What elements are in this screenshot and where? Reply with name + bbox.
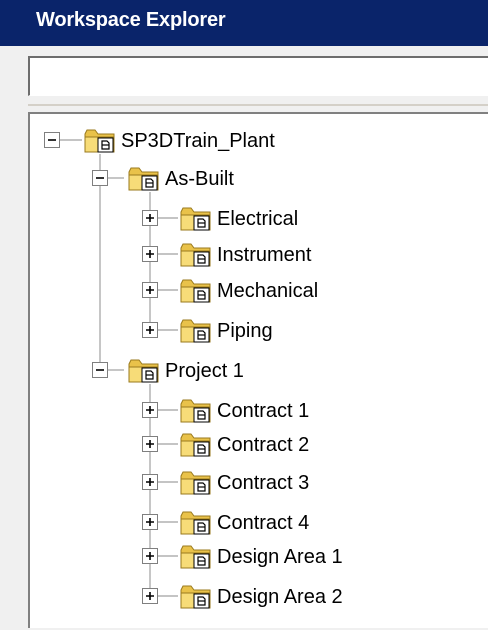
expand-icon[interactable] <box>142 474 158 490</box>
tree-node-mechanical[interactable]: Mechanical <box>180 276 318 306</box>
tree-node-project-1[interactable]: Project 1 <box>128 356 244 386</box>
folder-icon <box>180 583 214 611</box>
folder-icon <box>180 317 214 345</box>
workspace-tree[interactable]: SP3DTrain_Plant As-Built Electrical Inst… <box>28 112 488 628</box>
collapse-icon[interactable] <box>92 170 108 186</box>
folder-icon <box>84 127 118 155</box>
tree-node-root[interactable]: SP3DTrain_Plant <box>84 126 275 156</box>
tree-node-design-area-1[interactable]: Design Area 1 <box>180 542 343 572</box>
expand-icon[interactable] <box>142 282 158 298</box>
folder-icon <box>180 277 214 305</box>
folder-icon <box>180 431 214 459</box>
tree-node-label: Contract 2 <box>217 433 310 456</box>
folder-icon <box>128 357 162 385</box>
expand-icon[interactable] <box>142 322 158 338</box>
expand-icon[interactable] <box>142 246 158 262</box>
tree-node-label: As-Built <box>165 167 234 190</box>
folder-icon <box>180 241 214 269</box>
expand-icon[interactable] <box>142 548 158 564</box>
window-title: Workspace Explorer <box>36 9 226 31</box>
tree-node-contract-3[interactable]: Contract 3 <box>180 468 309 498</box>
tree-node-label: Contract 1 <box>217 399 310 422</box>
expand-icon[interactable] <box>142 588 158 604</box>
tree-node-instrument[interactable]: Instrument <box>180 240 311 270</box>
tree-node-piping[interactable]: Piping <box>180 316 273 346</box>
tree-node-label: Contract 3 <box>217 471 310 494</box>
folder-icon <box>180 509 214 537</box>
folder-icon <box>180 205 214 233</box>
tree-node-label: Piping <box>217 319 273 342</box>
tree-node-electrical[interactable]: Electrical <box>180 204 298 234</box>
tree-node-label: Instrument <box>217 243 312 266</box>
window-titlebar: Workspace Explorer <box>0 0 488 46</box>
tree-node-label: Design Area 2 <box>217 585 343 608</box>
folder-icon <box>180 469 214 497</box>
tree-node-contract-4[interactable]: Contract 4 <box>180 508 309 538</box>
expand-icon[interactable] <box>142 402 158 418</box>
tree-node-as-built[interactable]: As-Built <box>128 164 234 194</box>
divider <box>28 104 488 106</box>
folder-icon <box>128 165 162 193</box>
tree-node-contract-2[interactable]: Contract 2 <box>180 430 309 460</box>
folder-icon <box>180 397 214 425</box>
tree-node-label: Contract 4 <box>217 511 310 534</box>
tree-node-label: Electrical <box>217 207 299 230</box>
tree-node-label: SP3DTrain_Plant <box>121 129 275 152</box>
folder-icon <box>180 543 214 571</box>
tree-node-design-area-2[interactable]: Design Area 2 <box>180 582 343 612</box>
tree-node-label: Mechanical <box>217 279 319 302</box>
tree-node-label: Design Area 1 <box>217 545 343 568</box>
tree-node-label: Project 1 <box>165 359 244 382</box>
collapse-icon[interactable] <box>44 132 60 148</box>
search-input[interactable] <box>28 56 488 96</box>
expand-icon[interactable] <box>142 210 158 226</box>
expand-icon[interactable] <box>142 514 158 530</box>
tree-node-contract-1[interactable]: Contract 1 <box>180 396 309 426</box>
expand-icon[interactable] <box>142 436 158 452</box>
collapse-icon[interactable] <box>92 362 108 378</box>
